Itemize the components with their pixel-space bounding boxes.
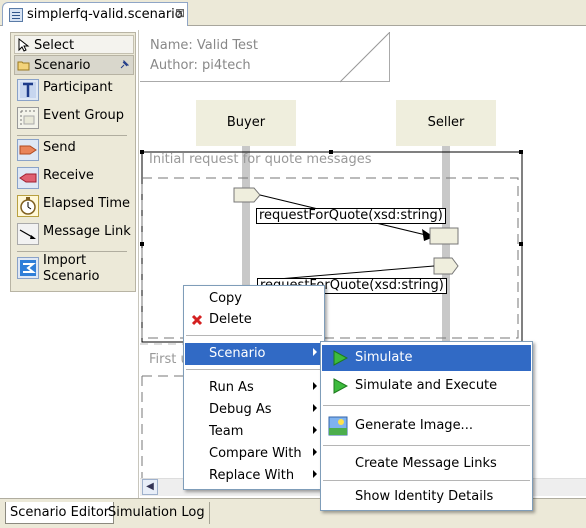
close-icon[interactable]: ⊠ bbox=[175, 6, 185, 20]
participant-icon bbox=[17, 79, 39, 101]
submenu-arrow-icon bbox=[313, 470, 317, 478]
scenario-author: Author: pi4tech bbox=[150, 58, 251, 73]
submenu-arrow-icon bbox=[313, 448, 317, 456]
palette-select-label: Select bbox=[34, 38, 75, 53]
palette-item-label: Event Group bbox=[43, 108, 124, 123]
menu-item-scenario[interactable]: Scenario bbox=[185, 343, 323, 365]
submenu-arrow-icon bbox=[313, 348, 317, 356]
editor-tab-title: simplerfq-valid.scenario bbox=[27, 7, 183, 22]
palette-item-event-group[interactable]: Event Group bbox=[14, 105, 134, 133]
palette-item-label: Send bbox=[43, 140, 76, 155]
import-scenario-icon bbox=[17, 257, 39, 279]
message-label-1[interactable]: requestForQuote(xsd:string) bbox=[256, 208, 446, 224]
submenu-arrow-icon bbox=[313, 404, 317, 412]
palette-item-send[interactable]: Send bbox=[14, 137, 134, 165]
pin-icon[interactable] bbox=[119, 60, 129, 70]
palette-drawer-label: Scenario bbox=[34, 58, 91, 73]
note-fold-corner bbox=[340, 30, 390, 83]
palette-select-tool[interactable]: Select bbox=[14, 35, 134, 54]
menu-separator bbox=[323, 445, 530, 446]
scenario-name: Name: Valid Test bbox=[150, 38, 258, 53]
play-icon bbox=[333, 350, 348, 366]
tab-scenario-editor[interactable]: Scenario Editor bbox=[5, 502, 115, 524]
palette-separator bbox=[17, 135, 127, 136]
menu-item-compare-with[interactable]: Compare With bbox=[185, 443, 323, 465]
receive-icon bbox=[17, 167, 39, 189]
palette-item-receive[interactable]: Receive bbox=[14, 165, 134, 193]
palette-item-label-line2: Scenario bbox=[43, 269, 100, 284]
palette-item-elapsed-time[interactable]: Elapsed Time bbox=[14, 193, 134, 221]
palette-item-label: Receive bbox=[43, 168, 94, 183]
palette-drawer-scenario[interactable]: Scenario bbox=[14, 55, 134, 75]
menu-separator bbox=[186, 369, 322, 370]
scroll-left-button[interactable]: ◀ bbox=[142, 479, 158, 495]
participant-seller-label: Seller bbox=[427, 115, 465, 130]
palette-item-label: Participant bbox=[43, 80, 113, 95]
message-link-icon bbox=[17, 223, 39, 245]
palette-item-label: Elapsed Time bbox=[43, 196, 131, 211]
menu-item-simulate[interactable]: Simulate bbox=[322, 345, 531, 371]
palette-separator bbox=[17, 251, 127, 252]
palette-item-message-link[interactable]: Message Link bbox=[14, 221, 134, 249]
submenu-arrow-icon bbox=[313, 382, 317, 390]
menu-separator bbox=[323, 405, 530, 406]
event-group-title: Initial request for quote messages bbox=[149, 152, 372, 167]
event-group-icon bbox=[17, 107, 39, 129]
cursor-arrow-icon bbox=[18, 38, 30, 52]
participant-buyer-label: Buyer bbox=[226, 115, 266, 130]
palette-item-label: Import bbox=[43, 253, 87, 268]
tool-palette: Select Scenario Participant Event Group … bbox=[10, 32, 136, 292]
scenario-submenu: Simulate Simulate and Execute Generate I… bbox=[320, 341, 533, 511]
menu-item-show-identity-details[interactable]: Show Identity Details bbox=[322, 485, 531, 509]
menu-item-copy[interactable]: Copy bbox=[185, 288, 323, 310]
menu-item-replace-with[interactable]: Replace With bbox=[185, 465, 323, 487]
menu-item-delete[interactable]: Delete bbox=[185, 309, 323, 331]
message-arrows bbox=[233, 187, 459, 280]
send-icon bbox=[17, 139, 39, 161]
menu-separator bbox=[323, 480, 530, 481]
participant-buyer[interactable]: Buyer bbox=[196, 100, 296, 146]
submenu-arrow-icon bbox=[313, 426, 317, 434]
menu-item-run-as[interactable]: Run As bbox=[185, 377, 323, 399]
palette-item-label: Message Link bbox=[43, 224, 131, 239]
palette-item-import-scenario[interactable]: Import Scenario bbox=[14, 253, 134, 289]
menu-item-create-message-links[interactable]: Create Message Links bbox=[322, 451, 531, 477]
context-menu: Copy Delete Scenario Run As Debug As Tea… bbox=[183, 285, 325, 490]
image-icon bbox=[328, 416, 348, 436]
editor-tab[interactable]: simplerfq-valid.scenario ⊠ bbox=[2, 2, 188, 26]
menu-item-generate-image[interactable]: Generate Image... bbox=[322, 413, 531, 439]
menu-item-simulate-and-execute[interactable]: Simulate and Execute bbox=[322, 373, 531, 399]
play-icon bbox=[333, 378, 348, 394]
scenario-file-icon bbox=[9, 8, 23, 22]
palette-item-participant[interactable]: Participant bbox=[14, 77, 134, 105]
elapsed-time-icon bbox=[17, 195, 39, 217]
delete-icon bbox=[191, 314, 203, 326]
folder-open-icon bbox=[17, 61, 30, 71]
editor-tab-bar: simplerfq-valid.scenario ⊠ bbox=[0, 0, 586, 26]
menu-separator bbox=[186, 335, 322, 336]
menu-item-team[interactable]: Team bbox=[185, 421, 323, 443]
tab-simulation-log[interactable]: Simulation Log bbox=[104, 502, 210, 524]
participant-seller[interactable]: Seller bbox=[396, 100, 496, 146]
menu-item-debug-as[interactable]: Debug As bbox=[185, 399, 323, 421]
